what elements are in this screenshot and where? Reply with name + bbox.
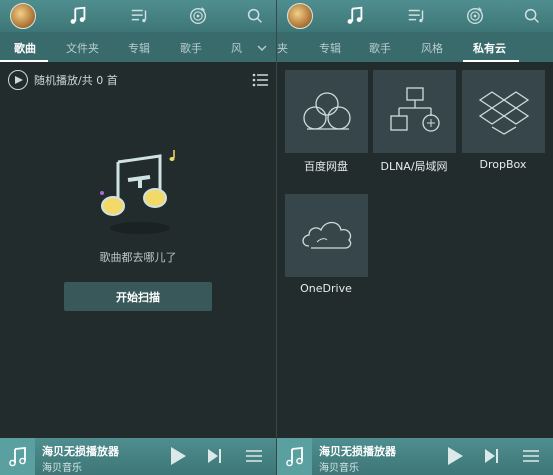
music-note-icon[interactable]: [343, 5, 367, 27]
now-playing-bar[interactable]: 海贝无损播放器 海贝音乐: [277, 438, 553, 475]
list-options-icon[interactable]: [252, 72, 268, 87]
empty-message: 歌曲都去哪儿了: [99, 251, 177, 264]
playlist-icon[interactable]: [128, 5, 152, 27]
play-icon[interactable]: [443, 445, 465, 467]
avatar[interactable]: [287, 3, 313, 29]
tab-folders[interactable]: 夹: [277, 40, 288, 56]
playlist-queue-icon[interactable]: [520, 445, 542, 467]
top-bar: [277, 0, 553, 32]
cloud-tile-baidu[interactable]: [285, 70, 368, 153]
play-circle-icon[interactable]: [8, 70, 28, 90]
play-icon[interactable]: [166, 445, 188, 467]
tab-songs[interactable]: 歌曲: [14, 40, 36, 56]
tab-artists[interactable]: 歌手: [369, 40, 391, 56]
now-playing-title: 海贝无损播放器: [42, 445, 119, 458]
cloud-label-dropbox: DropBox: [479, 158, 527, 171]
tab-private-cloud[interactable]: 私有云: [473, 40, 506, 56]
right-panel: 夹 专辑 歌手 风格 私有云 百度网盘 DLNA/局域网 DropBox One…: [277, 0, 553, 475]
dlna-network-icon: [389, 86, 440, 132]
onedrive-icon: [301, 221, 351, 249]
album-art-icon[interactable]: [277, 438, 312, 475]
cloud-label-baidu: 百度网盘: [304, 160, 348, 173]
next-track-icon[interactable]: [204, 445, 226, 467]
playlist-icon[interactable]: [405, 5, 429, 27]
playlist-queue-icon[interactable]: [243, 445, 265, 467]
left-panel: 歌曲 文件夹 专辑 歌手 风 随机播放/共 0 首 歌曲都去哪儿了 开始扫描 海…: [0, 0, 276, 475]
cloud-tile-dropbox[interactable]: [462, 70, 545, 153]
now-playing-artist: 海贝音乐: [319, 463, 359, 474]
cloud-tile-dlna[interactable]: [373, 70, 456, 153]
chevron-down-icon[interactable]: [255, 40, 269, 54]
private-cloud-content: 百度网盘 DLNA/局域网 DropBox OneDrive: [277, 62, 553, 438]
category-tabs: 夹 专辑 歌手 风格 私有云: [277, 32, 553, 62]
category-tabs: 歌曲 文件夹 专辑 歌手 风: [0, 32, 276, 62]
now-playing-artist: 海贝音乐: [42, 463, 82, 474]
baidu-cloud-icon: [302, 91, 351, 130]
songs-content: 随机播放/共 0 首 歌曲都去哪儿了 开始扫描: [0, 62, 276, 438]
now-playing-bar[interactable]: 海贝无损播放器 海贝音乐: [0, 438, 276, 475]
shuffle-label: 随机播放/共 0 首: [34, 74, 118, 87]
top-bar: [0, 0, 276, 32]
start-scan-button[interactable]: 开始扫描: [64, 282, 212, 311]
radio-disc-icon[interactable]: [186, 5, 210, 27]
shuffle-play-row[interactable]: 随机播放/共 0 首: [8, 70, 118, 90]
cloud-label-onedrive: OneDrive: [300, 282, 352, 295]
tab-folders[interactable]: 文件夹: [66, 40, 99, 56]
next-track-icon[interactable]: [481, 445, 503, 467]
empty-music-illustration: [88, 142, 188, 242]
cloud-label-dlna: DLNA/局域网: [380, 160, 448, 173]
cloud-tile-onedrive[interactable]: [285, 194, 368, 277]
avatar[interactable]: [10, 3, 36, 29]
tab-albums[interactable]: 专辑: [319, 40, 341, 56]
tab-albums[interactable]: 专辑: [128, 40, 150, 56]
radio-disc-icon[interactable]: [463, 5, 487, 27]
now-playing-title: 海贝无损播放器: [319, 445, 396, 458]
search-icon[interactable]: [243, 5, 267, 27]
tab-genres[interactable]: 风: [231, 40, 242, 56]
album-art-icon[interactable]: [0, 438, 35, 475]
search-icon[interactable]: [520, 5, 544, 27]
tab-artists[interactable]: 歌手: [180, 40, 202, 56]
music-note-icon[interactable]: [66, 5, 90, 27]
dropbox-icon: [478, 90, 529, 135]
tab-genres[interactable]: 风格: [421, 40, 443, 56]
